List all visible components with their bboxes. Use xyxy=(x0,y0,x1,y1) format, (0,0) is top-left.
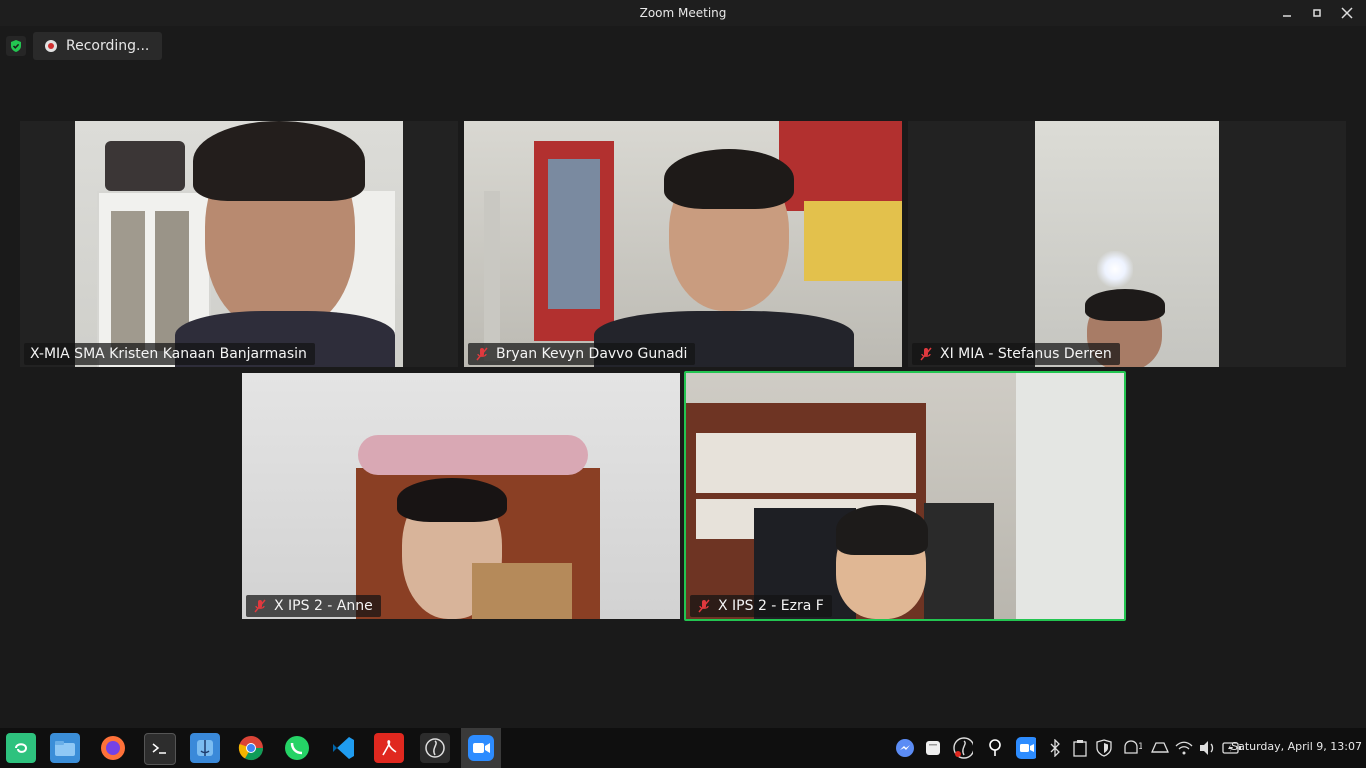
finder-icon[interactable] xyxy=(190,733,220,763)
muted-mic-icon xyxy=(476,347,488,361)
recording-label: Recording... xyxy=(66,38,150,54)
obs-icon[interactable] xyxy=(420,733,450,763)
title-bar: Zoom Meeting xyxy=(0,0,1366,26)
encryption-shield-icon[interactable] xyxy=(6,36,26,56)
maximize-button[interactable] xyxy=(1306,2,1328,24)
window-controls xyxy=(1276,0,1358,26)
participant-name: X IPS 2 - Anne xyxy=(274,598,373,614)
taskbar: 1 Saturday, April 9, 13:07 xyxy=(0,728,1366,768)
zoom-icon[interactable] xyxy=(461,728,501,768)
firefox-icon[interactable] xyxy=(98,733,128,763)
video-tile[interactable]: XI MIA - Stefanus Derren xyxy=(908,121,1346,367)
messenger-icon[interactable] xyxy=(895,738,915,758)
participant-name-tag: X IPS 2 - Ezra F xyxy=(690,595,832,617)
participant-name-tag: XI MIA - Stefanus Derren xyxy=(912,343,1120,365)
participant-name-tag: Bryan Kevyn Davvo Gunadi xyxy=(468,343,696,365)
muted-mic-icon xyxy=(920,347,932,361)
clipboard-icon[interactable] xyxy=(923,738,943,758)
video-feed xyxy=(686,373,1124,619)
participant-name-tag: X-MIA SMA Kristen Kanaan Banjarmasin xyxy=(24,343,315,365)
video-tile[interactable]: Bryan Kevyn Davvo Gunadi xyxy=(464,121,902,367)
video-tile[interactable]: X IPS 2 - Anne xyxy=(242,373,680,619)
participant-name-tag: X IPS 2 - Anne xyxy=(246,595,381,617)
participant-name: XI MIA - Stefanus Derren xyxy=(940,346,1112,362)
participant-name: X IPS 2 - Ezra F xyxy=(718,598,824,614)
pdf-reader-icon[interactable] xyxy=(374,733,404,763)
window-title: Zoom Meeting xyxy=(639,6,727,20)
record-icon xyxy=(45,40,57,52)
meeting-top-bar xyxy=(0,26,1366,70)
clipboard-manager-icon[interactable] xyxy=(1070,738,1090,758)
vscode-icon[interactable] xyxy=(328,733,358,763)
video-tile-active-speaker[interactable]: X IPS 2 - Ezra F xyxy=(684,371,1126,621)
participant-name: Bryan Kevyn Davvo Gunadi xyxy=(496,346,688,362)
drive-icon[interactable] xyxy=(1150,738,1170,758)
muted-mic-icon xyxy=(698,599,710,613)
gnome-software-icon[interactable] xyxy=(6,733,36,763)
volume-icon[interactable] xyxy=(1198,738,1218,758)
whatsapp-icon[interactable] xyxy=(282,733,312,763)
security-shield-icon[interactable] xyxy=(1094,738,1114,758)
clock[interactable]: Saturday, April 9, 13:07 xyxy=(1231,740,1362,753)
minimize-button[interactable] xyxy=(1276,2,1298,24)
participant-name: X-MIA SMA Kristen Kanaan Banjarmasin xyxy=(30,346,307,362)
muted-mic-icon xyxy=(254,599,266,613)
chrome-icon[interactable] xyxy=(236,733,266,763)
video-feed xyxy=(242,373,680,619)
bluetooth-icon[interactable] xyxy=(1045,738,1065,758)
svg-text:1: 1 xyxy=(1138,742,1142,752)
video-feed xyxy=(75,121,403,367)
zoom-tray-icon[interactable] xyxy=(1016,737,1036,759)
wifi-icon[interactable] xyxy=(1174,738,1194,758)
video-feed xyxy=(1035,121,1219,367)
notifications-icon[interactable]: 1 xyxy=(1122,738,1142,758)
files-icon[interactable] xyxy=(50,733,80,763)
location-icon[interactable] xyxy=(985,738,1005,758)
video-tile[interactable]: X-MIA SMA Kristen Kanaan Banjarmasin xyxy=(20,121,458,367)
obs-tray-icon[interactable] xyxy=(953,737,973,759)
close-button[interactable] xyxy=(1336,2,1358,24)
video-feed xyxy=(464,121,902,367)
terminal-icon[interactable] xyxy=(144,733,176,765)
recording-indicator[interactable]: Recording... xyxy=(33,32,162,60)
